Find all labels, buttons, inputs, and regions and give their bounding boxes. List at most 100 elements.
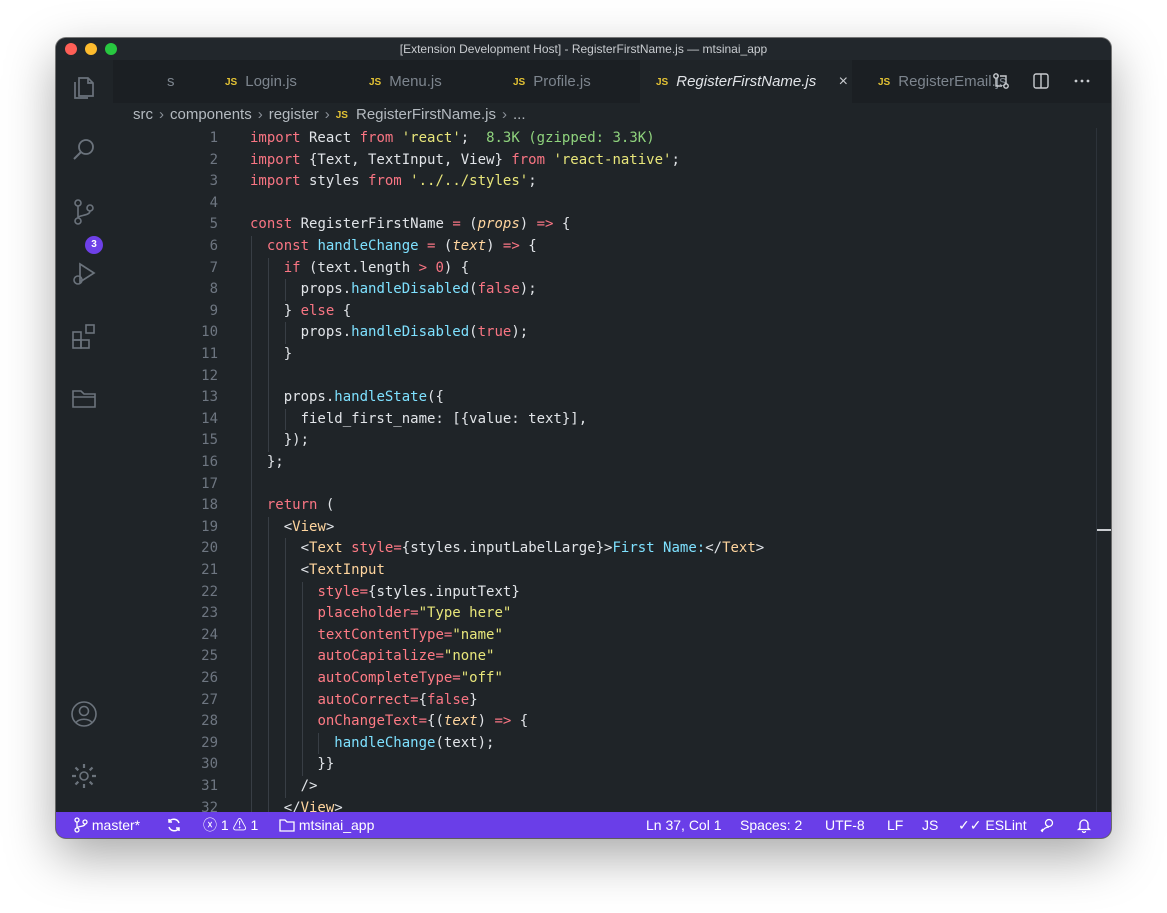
line-code: props.handleState({ (250, 387, 444, 409)
breadcrumb-file[interactable]: RegisterFirstName.js (356, 106, 496, 123)
line-number: 23 (201, 605, 218, 622)
encoding-status[interactable]: UTF-8 (825, 812, 865, 838)
code-line[interactable]: 11 } (113, 344, 1103, 366)
code-line[interactable]: 28 onChangeText={(text) => { (113, 711, 1103, 733)
eol-status[interactable]: LF (887, 812, 903, 838)
code-line[interactable]: 8 props.handleDisabled(false); (113, 279, 1103, 301)
close-window-button[interactable] (65, 43, 77, 55)
code-token: props. (250, 389, 335, 406)
code-token: {styles.inputLabelLarge}> (401, 540, 613, 557)
code-token: => (494, 713, 512, 730)
js-file-icon: JS (369, 77, 382, 88)
code-token: = (418, 713, 428, 730)
branch-status[interactable]: master* (74, 812, 140, 838)
cursor-position-status[interactable]: Ln 37, Col 1 (646, 812, 722, 838)
code-token: const (250, 216, 293, 233)
code-line[interactable]: 31 /> (113, 776, 1103, 798)
line-code: const handleChange = (text) => { (250, 236, 537, 258)
code-token: ) (519, 216, 537, 233)
line-code: props.handleDisabled(true); (250, 322, 529, 344)
breadcrumb-components[interactable]: components (170, 106, 252, 123)
code-line[interactable]: 29 handleChange(text); (113, 733, 1103, 755)
extensions-icon[interactable] (70, 322, 98, 350)
eslint-status[interactable]: ✓✓ ESLint (958, 812, 1027, 838)
workspace-folder-status[interactable]: mtsinai_app (279, 812, 374, 838)
notifications-bell-icon[interactable] (1076, 812, 1092, 838)
problems-status[interactable]: ⓧ 1 ⚠ 1 (203, 812, 258, 838)
language-mode-status[interactable]: JS (922, 812, 938, 838)
line-number: 25 (201, 648, 218, 665)
code-line[interactable]: 12 (113, 366, 1103, 388)
code-line[interactable]: 14 field_first_name: [{value: text}], (113, 409, 1103, 431)
code-line[interactable]: 26 autoCompleteType="off" (113, 668, 1103, 690)
tab-menu[interactable]: JS Menu.js (369, 60, 442, 103)
code-line[interactable]: 15 }); (113, 430, 1103, 452)
maximize-window-button[interactable] (105, 43, 117, 55)
code-line[interactable]: 10 props.handleDisabled(true); (113, 322, 1103, 344)
minimize-window-button[interactable] (85, 43, 97, 55)
tab-profile[interactable]: JS Profile.js (513, 60, 591, 103)
breadcrumb-src[interactable]: src (133, 106, 153, 123)
code-line[interactable]: 1 import React from 'react'; 8.3K (gzippe… (113, 128, 1103, 150)
code-line[interactable]: 5 const RegisterFirstName = (props) => { (113, 214, 1103, 236)
line-number: 22 (201, 583, 218, 600)
indentation-status[interactable]: Spaces: 2 (740, 812, 802, 838)
code-line[interactable]: 3 import styles from '../../styles'; (113, 171, 1103, 193)
compare-changes-icon[interactable] (992, 60, 1010, 103)
code-line[interactable]: 23 placeholder="Type here" (113, 603, 1103, 625)
code-line[interactable]: 13 props.handleState({ (113, 387, 1103, 409)
code-line[interactable]: 30 }} (113, 754, 1103, 776)
code-token: = (452, 216, 461, 233)
code-line[interactable]: 2 import {Text, TextInput, View} from 're… (113, 150, 1103, 172)
code-token: { (511, 713, 529, 730)
code-line[interactable]: 7 if (text.length > 0) { (113, 258, 1103, 280)
warning-icon: ⚠ (232, 817, 247, 833)
explorer-icon[interactable] (70, 74, 98, 102)
code-token: style (317, 583, 360, 600)
source-control-icon[interactable] (70, 198, 98, 226)
code-token: textContentType (317, 626, 444, 643)
code-line[interactable]: 19 <View> (113, 517, 1103, 539)
account-icon[interactable] (70, 700, 98, 728)
code-line[interactable]: 25 autoCapitalize="none" (113, 646, 1103, 668)
code-line[interactable]: 24 textContentType="name" (113, 625, 1103, 647)
settings-icon[interactable] (70, 762, 98, 790)
split-editor-icon[interactable] (1032, 60, 1050, 103)
more-actions-icon[interactable] (1073, 60, 1091, 103)
code-line[interactable]: 27 autoCorrect={false} (113, 690, 1103, 712)
feedback-icon[interactable] (1040, 812, 1056, 838)
title-bar: [Extension Development Host] - RegisterF… (56, 38, 1111, 60)
run-debug-icon[interactable] (70, 260, 98, 288)
code-line[interactable]: 21 <TextInput (113, 560, 1103, 582)
code-line[interactable]: 18 return ( (113, 495, 1103, 517)
line-code: <Text style={styles.inputLabelLarge}>Fir… (250, 538, 765, 560)
code-line[interactable]: 17 (113, 474, 1103, 496)
tab-close-icon[interactable]: × (839, 60, 848, 103)
line-code: /> (250, 776, 318, 798)
code-token: "name" (452, 626, 503, 643)
code-token: {Text, TextInput, View} (300, 151, 512, 168)
editor-tab-bar: s JS Login.js JS Menu.js JS Profile.js JS Re… (113, 60, 1111, 103)
code-line[interactable]: 22 style={styles.inputText} (113, 582, 1103, 604)
code-line[interactable]: 32 </View> (113, 798, 1103, 812)
sync-icon[interactable] (166, 812, 182, 838)
line-number: 17 (201, 475, 218, 492)
tab-registerfirstname[interactable]: JS RegisterFirstName.js × (640, 60, 852, 103)
line-number: 29 (201, 734, 218, 751)
search-icon[interactable] (70, 136, 98, 164)
tab-partial[interactable]: s (167, 60, 175, 103)
folder-icon[interactable] (70, 384, 98, 412)
tab-login[interactable]: JS Login.js (225, 60, 297, 103)
code-editor[interactable]: 1 import React from 'react'; 8.3K (gzippe… (113, 128, 1111, 812)
code-line[interactable]: 20 <Text style={styles.inputLabelLarge}>… (113, 538, 1103, 560)
code-line[interactable]: 16 }; (113, 452, 1103, 474)
code-line[interactable]: 6 const handleChange = (text) => { (113, 236, 1103, 258)
breadcrumb-register[interactable]: register (269, 106, 319, 123)
check-all-icon: ✓✓ (958, 817, 982, 833)
code-line[interactable]: 4 (113, 193, 1103, 215)
code-token: ( (435, 238, 453, 254)
breadcrumb-symbols[interactable]: ... (513, 106, 526, 123)
line-code: <View> (250, 517, 335, 539)
code-line[interactable]: 9 } else { (113, 301, 1103, 323)
